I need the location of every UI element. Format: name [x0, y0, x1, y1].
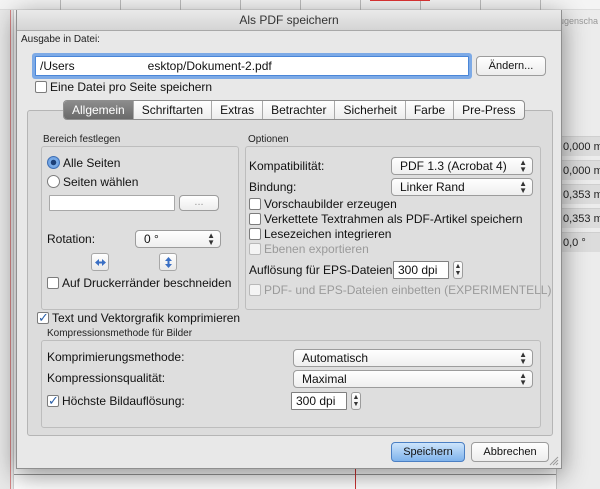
bookmarks-row[interactable]: Lesezeichen integrieren [249, 227, 391, 241]
flip-vertical-icon [165, 257, 172, 268]
flip-vertical-button[interactable] [159, 253, 177, 271]
compression-method-popup[interactable]: Automatisch ▲ ▼ [293, 349, 533, 367]
eps-resolution-stepper[interactable]: ▲ ▼ [453, 261, 463, 279]
tab-allgemein[interactable]: Allgemein [64, 101, 133, 119]
page-edge [14, 474, 556, 475]
select-pages-label: Seiten wählen [63, 175, 139, 189]
binding-popup[interactable]: Linker Rand ▲ ▼ [391, 178, 533, 196]
crop-printer-marks-label: Auf Druckerränder beschneiden [62, 276, 232, 290]
tab-extras[interactable]: Extras [211, 101, 262, 119]
eps-resolution-label: Auflösung für EPS-Dateien: [249, 263, 396, 277]
max-resolution-label: Höchste Bildauflösung: [62, 394, 185, 408]
popup-arrows-icon: ▲ ▼ [519, 179, 527, 195]
crop-printer-marks-checkbox[interactable] [47, 277, 59, 289]
tab-pre-press[interactable]: Pre-Press [453, 101, 523, 119]
embed-eps-checkbox [249, 284, 261, 296]
all-pages-label: Alle Seiten [63, 156, 121, 170]
max-resolution-input[interactable]: 300 dpi [291, 392, 347, 410]
image-compression-group-label: Kompressionsmethode für Bilder [47, 328, 193, 339]
binding-value: Linker Rand [400, 180, 465, 194]
thumbnails-label: Vorschaubilder erzeugen [264, 197, 397, 211]
top-ruler [0, 0, 600, 10]
resize-grip-icon[interactable] [547, 454, 559, 466]
embed-eps-label: PDF- und EPS-Dateien einbetten (EXPERIME… [264, 283, 552, 297]
max-resolution-checkbox[interactable] [47, 393, 59, 409]
all-pages-row[interactable]: Alle Seiten [47, 156, 120, 170]
binding-label: Bindung: [249, 180, 297, 194]
popup-arrows-icon: ▲ ▼ [519, 371, 527, 387]
max-resolution-stepper[interactable]: ▲ ▼ [351, 392, 361, 410]
page-range-button[interactable]: ... [179, 195, 219, 211]
left-ruler [0, 10, 14, 489]
popup-arrows-icon: ▲ ▼ [519, 350, 527, 366]
cancel-button[interactable]: Abbrechen [471, 442, 549, 462]
panel-value-rotation[interactable]: 0,0 ° [556, 232, 600, 252]
one-file-per-page-checkbox[interactable] [35, 81, 47, 93]
max-resolution-row[interactable]: Höchste Bildauflösung: [47, 393, 185, 409]
popup-arrows-icon: ▲ ▼ [519, 158, 527, 174]
panel-value-y[interactable]: 0,000 m [556, 160, 600, 180]
output-path-field[interactable]: /Users esktop/Dokument-2.pdf [35, 56, 469, 76]
thumbnails-checkbox[interactable] [249, 198, 261, 210]
popup-arrows-icon: ▲ ▼ [207, 231, 215, 247]
export-layers-label: Ebenen exportieren [264, 242, 369, 256]
flip-horizontal-button[interactable] [91, 253, 109, 271]
embed-eps-row: PDF- und EPS-Dateien einbetten (EXPERIME… [249, 283, 551, 297]
tab-schriftarten[interactable]: Schriftarten [132, 101, 211, 119]
compression-quality-label: Kompressionsqualität: [47, 371, 166, 385]
tab-bar: Allgemein Schriftarten Extras Betrachter… [63, 100, 525, 120]
tab-farbe[interactable]: Farbe [404, 101, 453, 119]
panel-value-height[interactable]: 0,353 m [556, 208, 600, 228]
save-as-pdf-dialog: Als PDF speichern Ausgabe in Datei: /Use… [16, 10, 562, 469]
dialog-title: Als PDF speichern [17, 10, 561, 31]
output-path-suffix: esktop/Dokument-2.pdf [147, 59, 272, 73]
panel-value-x[interactable]: 0,000 m [556, 136, 600, 156]
compression-method-label: Komprimierungsmethode: [47, 350, 185, 364]
output-file-label: Ausgabe in Datei: [21, 34, 100, 45]
rotation-popup[interactable]: 0 ° ▲ ▼ [135, 230, 221, 248]
panel-title: ugenscha [559, 16, 599, 26]
article-threads-checkbox[interactable] [249, 213, 261, 225]
panel-value-width[interactable]: 0,353 m [556, 184, 600, 204]
thumbnails-row[interactable]: Vorschaubilder erzeugen [249, 197, 397, 211]
select-pages-row[interactable]: Seiten wählen [47, 175, 138, 189]
range-group-label: Bereich festlegen [43, 134, 121, 145]
page-guide-line [370, 0, 430, 1]
compatibility-label: Kompatibilität: [249, 159, 325, 173]
export-layers-checkbox [249, 243, 261, 255]
change-path-button[interactable]: Ändern... [476, 56, 546, 76]
options-group-label: Optionen [248, 134, 289, 145]
tab-betrachter[interactable]: Betrachter [262, 101, 334, 119]
page-range-input[interactable] [49, 195, 175, 211]
rotation-label: Rotation: [47, 232, 96, 246]
one-file-per-page-row[interactable]: Eine Datei pro Seite speichern [35, 80, 212, 94]
all-pages-radio[interactable] [47, 156, 60, 169]
save-button[interactable]: Speichern [391, 442, 465, 462]
flip-horizontal-icon [95, 259, 106, 266]
compression-quality-popup[interactable]: Maximal ▲ ▼ [293, 370, 533, 388]
export-layers-row: Ebenen exportieren [249, 242, 369, 256]
compress-text-row[interactable]: Text und Vektorgrafik komprimieren [37, 310, 241, 326]
compression-method-value: Automatisch [302, 351, 369, 365]
output-path-prefix: /Users [40, 59, 75, 73]
tab-sicherheit[interactable]: Sicherheit [334, 101, 404, 119]
compress-text-label: Text und Vektorgrafik komprimieren [52, 311, 241, 325]
bookmarks-label: Lesezeichen integrieren [264, 227, 392, 241]
article-threads-label: Verkettete Textrahmen als PDF-Artikel sp… [264, 212, 523, 226]
select-pages-radio[interactable] [47, 175, 60, 188]
one-file-per-page-label: Eine Datei pro Seite speichern [50, 80, 213, 94]
rotation-value: 0 ° [144, 232, 159, 246]
compatibility-popup[interactable]: PDF 1.3 (Acrobat 4) ▲ ▼ [391, 157, 533, 175]
bookmarks-checkbox[interactable] [249, 228, 261, 240]
compress-text-checkbox[interactable] [37, 310, 49, 326]
eps-resolution-input[interactable]: 300 dpi [393, 261, 449, 279]
compatibility-value: PDF 1.3 (Acrobat 4) [400, 159, 507, 173]
crop-printer-marks-row[interactable]: Auf Druckerränder beschneiden [47, 276, 231, 290]
compression-quality-value: Maximal [302, 372, 347, 386]
article-threads-row[interactable]: Verkettete Textrahmen als PDF-Artikel sp… [249, 212, 523, 226]
margin-guide [10, 10, 11, 489]
